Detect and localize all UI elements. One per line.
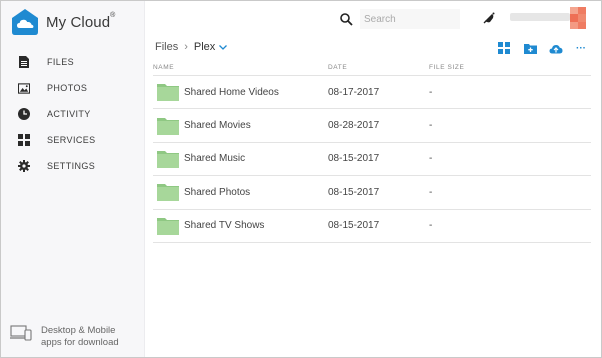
breadcrumb: Files › Plex xyxy=(155,41,228,53)
gear-icon xyxy=(18,160,30,172)
file-table: NAME DATE FILE SIZE Shared Home Videos 0… xyxy=(153,60,591,243)
sidebar-item-label: SERVICES xyxy=(47,135,96,145)
size-cell: - xyxy=(429,120,433,132)
upload-button[interactable] xyxy=(549,41,563,55)
sidebar-nav: FILES PHOTOS ACTIVITY SERVICES SETTINGS xyxy=(1,49,145,179)
name-cell: Shared Movies xyxy=(153,117,328,135)
file-name: Shared TV Shows xyxy=(184,220,265,232)
size-cell: - xyxy=(429,186,433,198)
download-line-1: Desktop & Mobile xyxy=(41,325,116,336)
name-cell: Shared TV Shows xyxy=(153,217,328,235)
grid-view-icon xyxy=(498,42,510,54)
table-row[interactable]: Shared Home Videos 08-17-2017 - xyxy=(153,76,591,110)
size-cell: - xyxy=(429,86,433,98)
date-cell: 08-15-2017 xyxy=(328,220,380,232)
chevron-down-icon[interactable] xyxy=(219,44,228,50)
breadcrumb-current[interactable]: Plex xyxy=(194,41,215,53)
my-cloud-logo-icon xyxy=(12,9,38,35)
notification-icon[interactable] xyxy=(482,11,496,25)
folder-icon xyxy=(157,84,179,102)
download-apps-label: Desktop & Mobile apps for download xyxy=(41,325,119,349)
folder-icon xyxy=(157,184,179,202)
sidebar-item-label: PHOTOS xyxy=(47,83,88,93)
size-cell: - xyxy=(429,220,433,232)
cloud-upload-icon xyxy=(549,44,563,53)
sidebar-item-label: ACTIVITY xyxy=(47,109,91,119)
avatar[interactable] xyxy=(570,7,586,29)
name-cell: Shared Music xyxy=(153,150,328,168)
file-icon xyxy=(18,56,30,68)
sidebar-item-label: SETTINGS xyxy=(47,161,96,171)
breadcrumb-root[interactable]: Files xyxy=(155,41,178,53)
download-line-2: apps for download xyxy=(41,337,119,348)
clock-icon xyxy=(18,108,30,120)
size-cell: - xyxy=(429,153,433,165)
more-icon: ··· xyxy=(576,42,586,54)
name-cell: Shared Photos xyxy=(153,183,328,202)
search-input[interactable] xyxy=(360,9,460,29)
logo[interactable]: My Cloud® xyxy=(11,8,115,36)
folder-icon xyxy=(157,217,179,235)
file-name: Shared Music xyxy=(184,153,246,165)
sidebar-item-photos[interactable]: PHOTOS xyxy=(1,75,145,101)
app-title: My Cloud® xyxy=(46,11,116,31)
more-options-button[interactable]: ··· xyxy=(574,41,588,55)
search-icon[interactable] xyxy=(340,12,353,26)
grid-icon xyxy=(18,134,30,146)
table-header: NAME DATE FILE SIZE xyxy=(153,60,591,76)
table-row[interactable]: Shared Photos 08-15-2017 - xyxy=(153,176,591,210)
chevron-right-icon: › xyxy=(184,41,188,53)
date-cell: 08-15-2017 xyxy=(328,186,380,198)
sidebar-item-label: FILES xyxy=(47,57,75,67)
sidebar: My Cloud® FILES PHOTOS ACTIVITY SERVICES xyxy=(1,1,145,357)
user-name-redacted[interactable] xyxy=(510,13,570,21)
column-header-date[interactable]: DATE xyxy=(328,64,429,71)
file-name: Shared Photos xyxy=(184,186,251,198)
name-cell: Shared Home Videos xyxy=(153,83,328,102)
folder-icon xyxy=(157,150,179,168)
table-row[interactable]: Shared Movies 08-28-2017 - xyxy=(153,109,591,143)
download-apps-link[interactable]: Desktop & Mobile apps for download xyxy=(10,325,119,349)
sidebar-item-files[interactable]: FILES xyxy=(1,49,145,75)
file-name: Shared Movies xyxy=(184,120,251,132)
date-cell: 08-17-2017 xyxy=(328,86,380,98)
folder-icon xyxy=(157,117,179,135)
file-name: Shared Home Videos xyxy=(184,86,279,98)
new-folder-button[interactable] xyxy=(523,41,537,55)
table-row[interactable]: Shared TV Shows 08-15-2017 - xyxy=(153,210,591,243)
photo-icon xyxy=(18,82,30,94)
search-bar xyxy=(340,8,468,30)
sidebar-item-activity[interactable]: ACTIVITY xyxy=(1,101,145,127)
column-header-size[interactable]: FILE SIZE xyxy=(429,64,569,71)
date-cell: 08-28-2017 xyxy=(328,120,380,132)
new-folder-icon xyxy=(523,43,537,54)
sidebar-item-services[interactable]: SERVICES xyxy=(1,127,145,153)
date-cell: 08-15-2017 xyxy=(328,153,380,165)
column-header-name[interactable]: NAME xyxy=(153,64,328,71)
devices-icon xyxy=(10,325,32,341)
table-row[interactable]: Shared Music 08-15-2017 - xyxy=(153,143,591,177)
sidebar-item-settings[interactable]: SETTINGS xyxy=(1,153,145,179)
grid-view-button[interactable] xyxy=(497,41,511,55)
